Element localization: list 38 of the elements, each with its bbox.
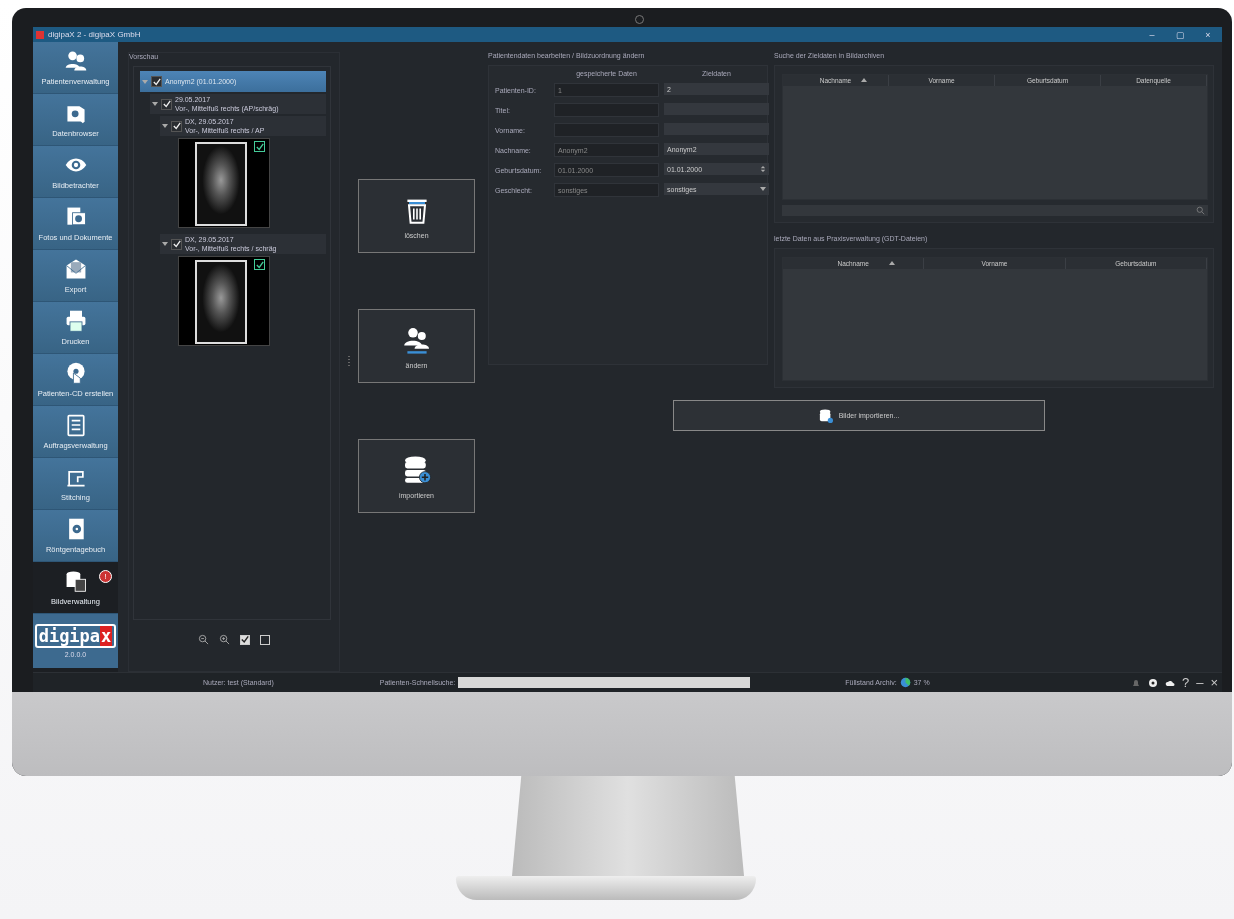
tree-checkbox[interactable] [151, 76, 162, 87]
sort-arrow-icon[interactable] [861, 78, 867, 82]
search-field[interactable] [782, 205, 1208, 216]
search-icon[interactable] [1196, 206, 1205, 215]
bell-icon[interactable] [1130, 677, 1141, 688]
zoom-out-icon[interactable] [198, 634, 209, 645]
tree-checkbox[interactable] [171, 120, 182, 132]
spin-arrows-icon[interactable] [760, 166, 766, 172]
caret-down-icon[interactable] [760, 186, 766, 192]
minimize-button[interactable]: – [1138, 29, 1166, 40]
xray-thumbnail[interactable] [178, 138, 270, 228]
minimize-button[interactable]: – [1196, 676, 1204, 689]
tree-checkbox[interactable] [161, 98, 172, 110]
tree-checkbox[interactable] [171, 238, 182, 250]
window-title: digipaX 2 - digipaX GmbH [48, 30, 141, 39]
zoom-in-icon[interactable] [219, 634, 230, 645]
help-button[interactable]: ? [1181, 676, 1190, 689]
close-button[interactable]: × [1210, 676, 1218, 689]
check-all-icon[interactable] [240, 634, 250, 645]
sort-arrow-icon[interactable] [889, 261, 896, 265]
app-icon [36, 30, 44, 39]
database-icon [818, 408, 833, 423]
users-icon [63, 49, 88, 73]
logo: digipax [34, 624, 117, 648]
splitter-handle[interactable] [348, 356, 350, 368]
alert-badge: ! [99, 570, 112, 583]
image-checkbox[interactable] [254, 259, 265, 270]
xray-thumbnail[interactable] [178, 256, 270, 346]
settings-icon[interactable] [1147, 677, 1158, 688]
quick-search-field[interactable] [458, 677, 751, 688]
close-button[interactable]: × [1194, 29, 1222, 40]
maximize-button[interactable]: ▢ [1166, 29, 1194, 40]
image-checkbox[interactable] [254, 141, 265, 152]
pie-chart-icon [899, 677, 911, 688]
caret-down-icon[interactable] [152, 101, 158, 107]
uncheck-all-icon[interactable] [260, 634, 270, 645]
caret-down-icon[interactable] [162, 123, 168, 129]
caret-down-icon[interactable] [162, 241, 168, 247]
